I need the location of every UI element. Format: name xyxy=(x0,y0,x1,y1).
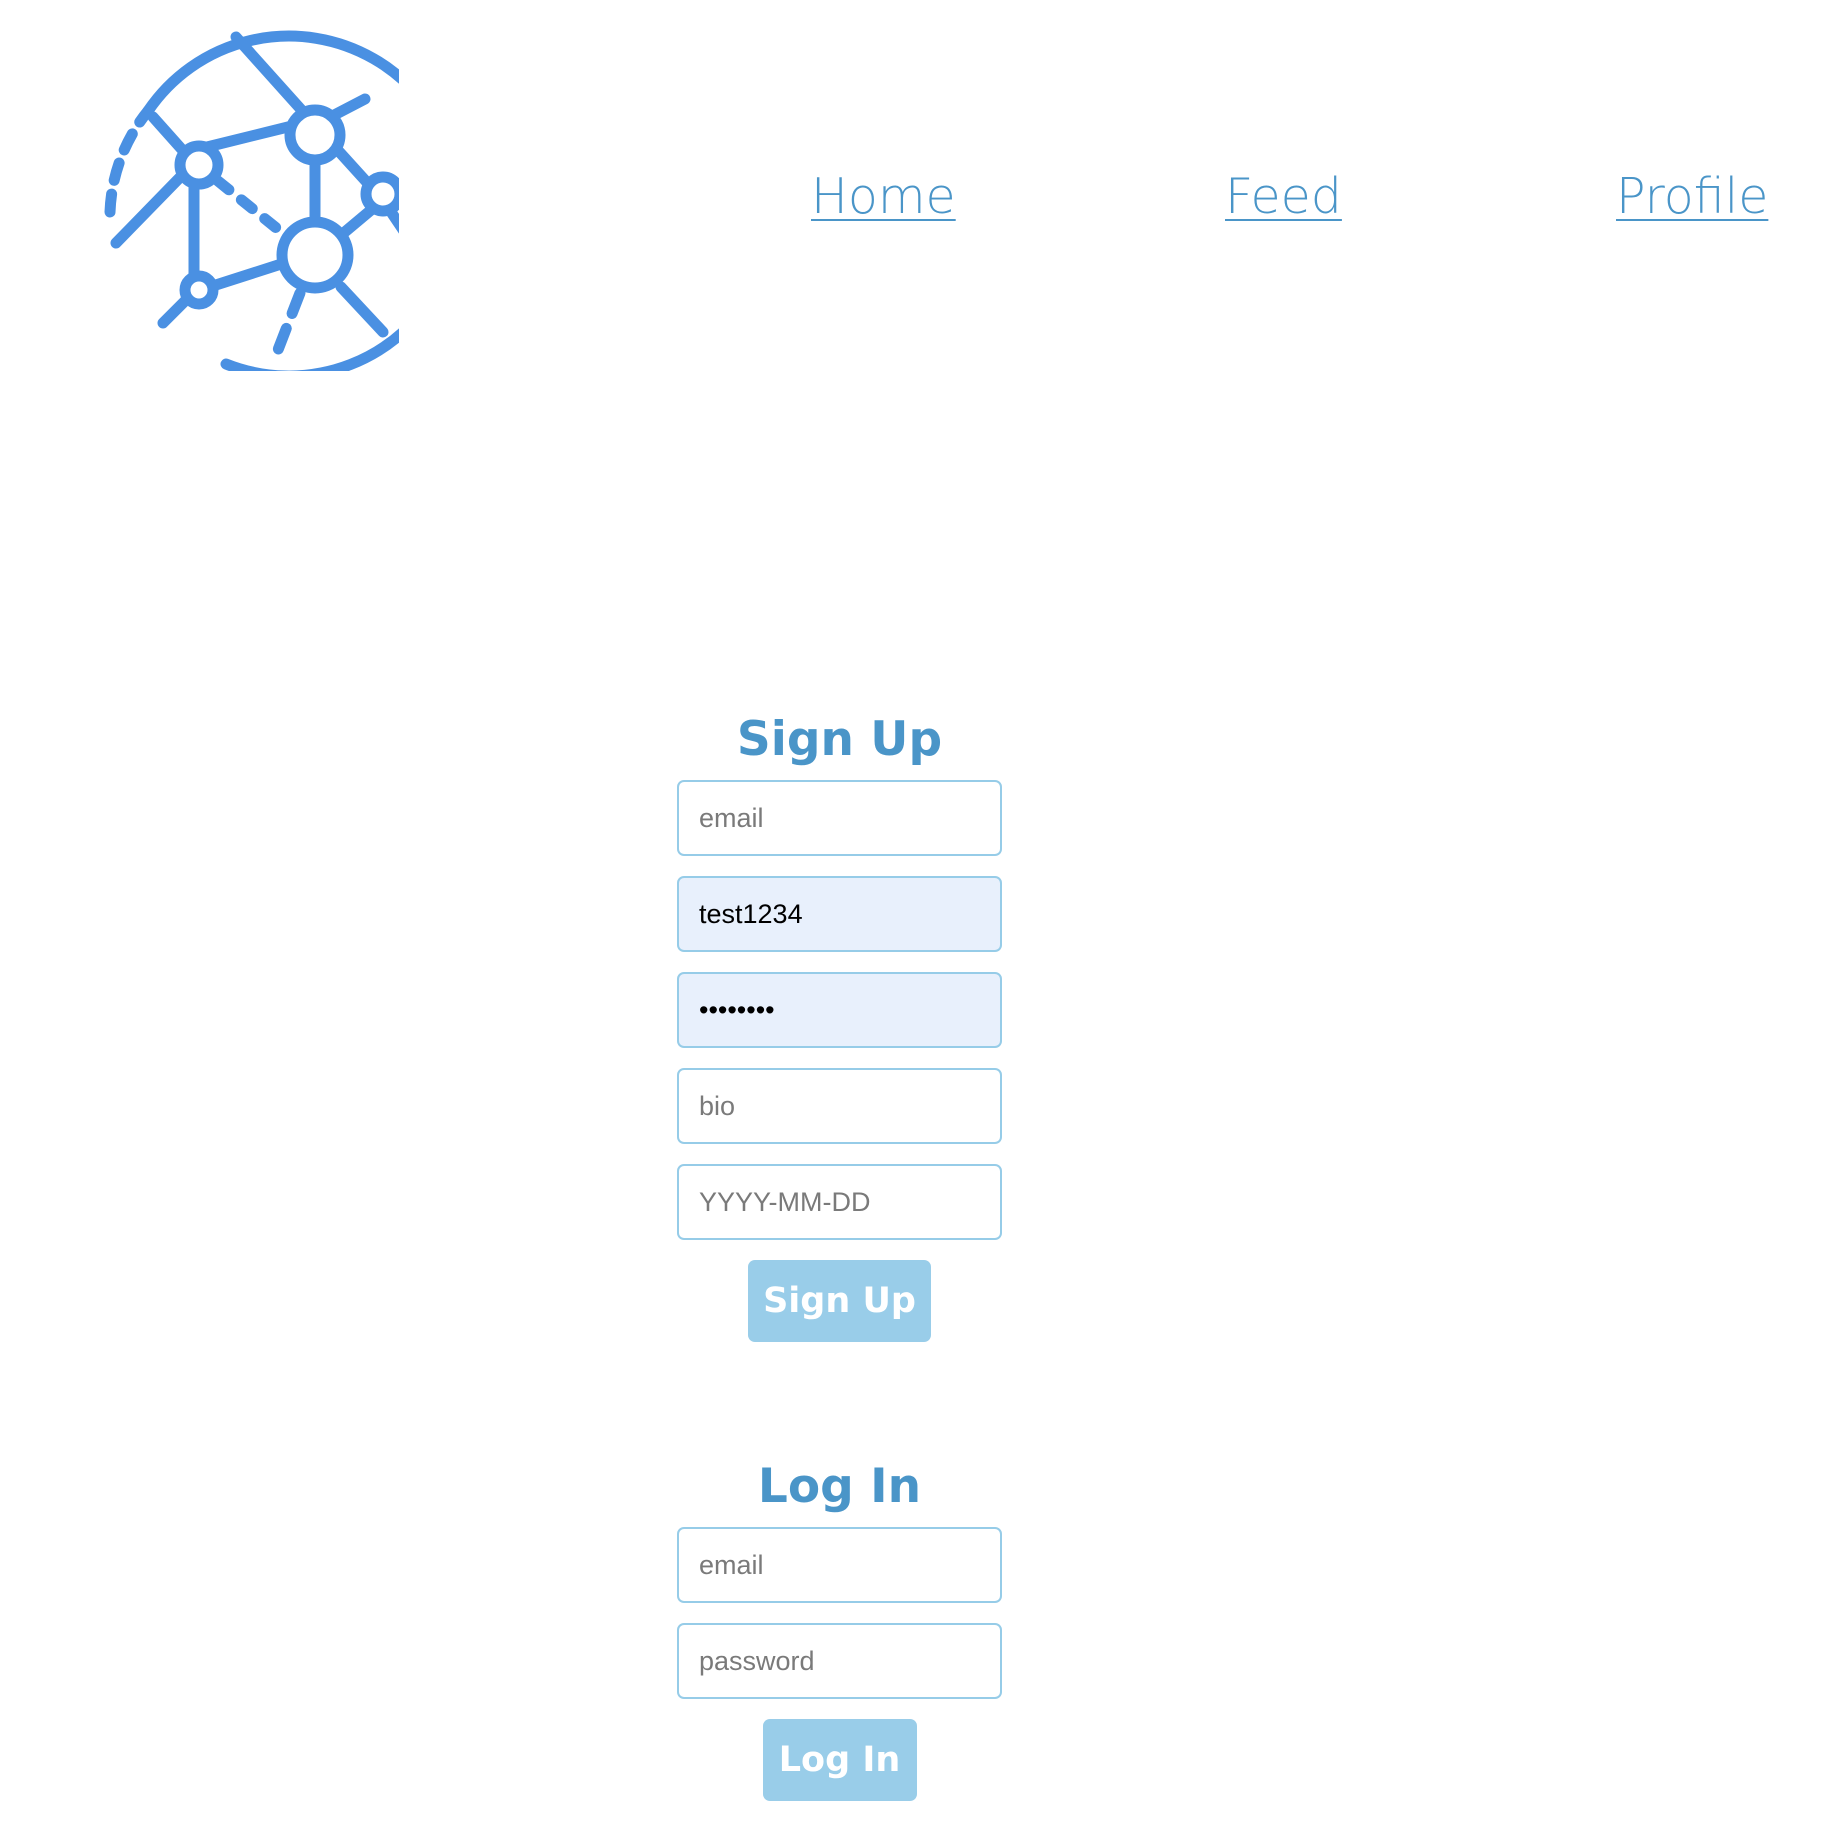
signup-button[interactable]: Sign Up xyxy=(748,1260,931,1342)
signup-email-input[interactable] xyxy=(677,780,1002,856)
signup-username-input[interactable] xyxy=(677,876,1002,952)
login-email-input[interactable] xyxy=(677,1527,1002,1603)
login-password-input[interactable] xyxy=(677,1623,1002,1699)
nav-feed-link[interactable]: Feed xyxy=(1225,164,1342,230)
signup-password-input[interactable] xyxy=(677,972,1002,1048)
nav-home-link[interactable]: Home xyxy=(811,164,956,230)
login-title: Log In xyxy=(757,1459,922,1514)
login-form: Log In Log In xyxy=(677,1447,1002,1801)
signup-form: Sign Up Sign Up xyxy=(677,700,1002,1342)
logo[interactable] xyxy=(53,25,399,371)
network-globe-icon xyxy=(104,30,399,371)
nav-profile-link[interactable]: Profile xyxy=(1616,164,1768,230)
signup-title: Sign Up xyxy=(736,712,943,767)
login-button[interactable]: Log In xyxy=(762,1719,917,1801)
signup-birthdate-input[interactable] xyxy=(677,1164,1002,1240)
signup-bio-input[interactable] xyxy=(677,1068,1002,1144)
